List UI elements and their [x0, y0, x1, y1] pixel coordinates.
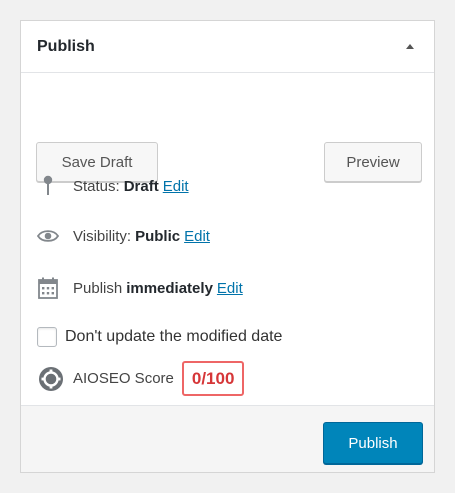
- aioseo-label: AIOSEO Score: [73, 370, 174, 387]
- status-value: Draft: [123, 177, 159, 195]
- status-row: Status: Draft Edit: [37, 175, 189, 197]
- eye-icon: [37, 225, 59, 247]
- aioseo-score-badge[interactable]: 0/100: [181, 361, 245, 396]
- visibility-label: Visibility:: [73, 227, 132, 245]
- publish-panel: Publish Save Draft Preview Status: Draft…: [20, 20, 435, 473]
- modified-date-label[interactable]: Don't update the modified date: [65, 328, 282, 346]
- visibility-edit-link[interactable]: Edit: [184, 228, 210, 245]
- status-label: Status:: [73, 177, 120, 195]
- visibility-value: Public: [135, 227, 181, 245]
- pin-icon: [37, 175, 59, 197]
- aioseo-gear-icon: [37, 365, 65, 393]
- visibility-row: Visibility: Public Edit: [37, 225, 210, 247]
- modified-date-row: Don't update the modified date: [37, 327, 282, 347]
- panel-header: Publish: [21, 21, 434, 73]
- modified-date-checkbox[interactable]: [37, 327, 57, 347]
- calendar-icon: [37, 277, 59, 299]
- publish-button[interactable]: Publish: [323, 422, 423, 464]
- preview-button[interactable]: Preview: [324, 142, 422, 182]
- schedule-value: immediately: [126, 279, 213, 297]
- schedule-row: Publish immediately Edit: [37, 277, 243, 299]
- panel-footer: Publish: [21, 405, 434, 472]
- schedule-label: Publish: [73, 279, 123, 297]
- aioseo-row: AIOSEO Score 0/100: [37, 361, 245, 396]
- collapse-toggle-icon[interactable]: [406, 44, 414, 49]
- schedule-edit-link[interactable]: Edit: [217, 280, 243, 297]
- status-edit-link[interactable]: Edit: [163, 178, 189, 195]
- panel-title: Publish: [37, 37, 95, 55]
